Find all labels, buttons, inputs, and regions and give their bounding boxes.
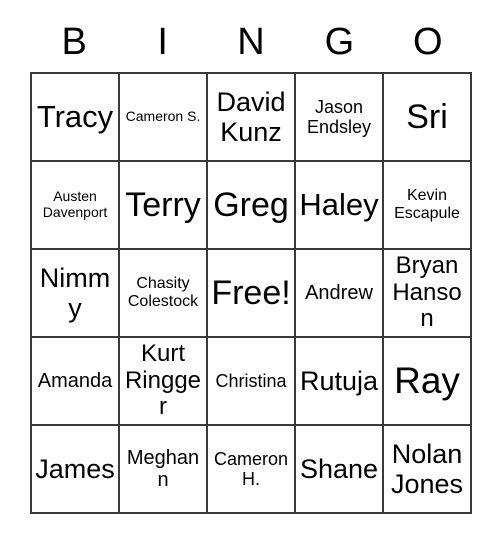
bingo-cell-g4[interactable]: Rutuja — [296, 338, 384, 426]
bingo-cell-n5[interactable]: Cameron H. — [208, 426, 296, 514]
bingo-cell-label: Amanda — [37, 369, 113, 392]
bingo-cell-i2[interactable]: Terry — [120, 162, 208, 250]
bingo-cell-free-space[interactable]: Free! — [208, 250, 296, 338]
bingo-cell-label: Shane — [299, 453, 379, 484]
bingo-cell-n1[interactable]: David Kunz — [208, 74, 296, 162]
bingo-cell-label: Terry — [125, 185, 201, 224]
bingo-cell-label: Andrew — [305, 281, 373, 304]
bingo-cell-label: Ray — [394, 360, 460, 402]
bingo-cell-b4[interactable]: Amanda — [32, 338, 120, 426]
bingo-header: B I N G O — [30, 18, 472, 66]
bingo-cell-label: Greg — [213, 185, 289, 224]
bingo-cell-label: Tracy — [36, 98, 114, 134]
bingo-row-3: Nimmy Chasity Colestock Free! Andrew Bry… — [32, 250, 472, 338]
bingo-cell-label: James — [35, 453, 115, 484]
bingo-cell-label: Cameron H. — [213, 448, 289, 489]
bingo-cell-o1[interactable]: Sri — [384, 74, 472, 162]
bingo-cell-label: Rutuja — [299, 365, 379, 396]
bingo-cell-n2[interactable]: Greg — [208, 162, 296, 250]
bingo-row-5: James Meghann Cameron H. Shane Nolan Jon… — [32, 426, 472, 514]
bingo-cell-label: Jason Endsley — [306, 96, 372, 137]
bingo-cell-label: Meghann — [126, 446, 200, 491]
bingo-row-1: Tracy Cameron S. David Kunz Jason Endsle… — [32, 74, 472, 162]
bingo-cell-i3[interactable]: Chasity Colestock — [120, 250, 208, 338]
bingo-cell-g2[interactable]: Haley — [296, 162, 384, 250]
bingo-cell-label: Cameron S. — [125, 108, 201, 125]
bingo-card: B I N G O Tracy Cameron S. David Kunz Ja… — [0, 0, 500, 544]
bingo-cell-label: Kevin Escapule — [394, 187, 460, 222]
bingo-cell-g3[interactable]: Andrew — [296, 250, 384, 338]
bingo-cell-label: Christina — [215, 370, 287, 391]
bingo-cell-o3[interactable]: Bryan Hanson — [384, 250, 472, 338]
bingo-cell-label: Austen Davenport — [42, 188, 108, 220]
bingo-cell-b3[interactable]: Nimmy — [32, 250, 120, 338]
bingo-cell-i1[interactable]: Cameron S. — [120, 74, 208, 162]
bingo-cell-i4[interactable]: Kurt Ringger — [120, 338, 208, 426]
bingo-cell-label: Nimmy — [39, 262, 111, 323]
bingo-cell-i5[interactable]: Meghann — [120, 426, 208, 514]
bingo-row-2: Austen Davenport Terry Greg Haley Kevin … — [32, 162, 472, 250]
bingo-free-space-label: Free! — [211, 273, 291, 312]
bingo-cell-label: Bryan Hanson — [392, 251, 462, 333]
bingo-cell-b5[interactable]: James — [32, 426, 120, 514]
bingo-cell-o4[interactable]: Ray — [384, 338, 472, 426]
bingo-cell-label: David Kunz — [216, 86, 286, 147]
bingo-header-letter-b: B — [61, 21, 87, 63]
bingo-cell-label: Nolan Jones — [390, 438, 464, 499]
bingo-cell-o2[interactable]: Kevin Escapule — [384, 162, 472, 250]
bingo-row-4: Amanda Kurt Ringger Christina Rutuja Ray — [32, 338, 472, 426]
bingo-header-letter-g: G — [324, 21, 355, 63]
bingo-header-letter-o: O — [413, 21, 443, 63]
bingo-grid: Tracy Cameron S. David Kunz Jason Endsle… — [30, 72, 472, 514]
bingo-cell-b1[interactable]: Tracy — [32, 74, 120, 162]
bingo-cell-o5[interactable]: Nolan Jones — [384, 426, 472, 514]
bingo-header-letter-n: N — [237, 21, 265, 63]
bingo-cell-label: Chasity Colestock — [127, 275, 199, 310]
bingo-cell-g5[interactable]: Shane — [296, 426, 384, 514]
bingo-cell-label: Kurt Ringger — [124, 339, 202, 421]
bingo-cell-label: Haley — [299, 186, 379, 222]
bingo-cell-label: Sri — [406, 97, 448, 136]
bingo-header-letter-i: I — [157, 21, 168, 63]
bingo-cell-g1[interactable]: Jason Endsley — [296, 74, 384, 162]
bingo-cell-b2[interactable]: Austen Davenport — [32, 162, 120, 250]
bingo-cell-n4[interactable]: Christina — [208, 338, 296, 426]
